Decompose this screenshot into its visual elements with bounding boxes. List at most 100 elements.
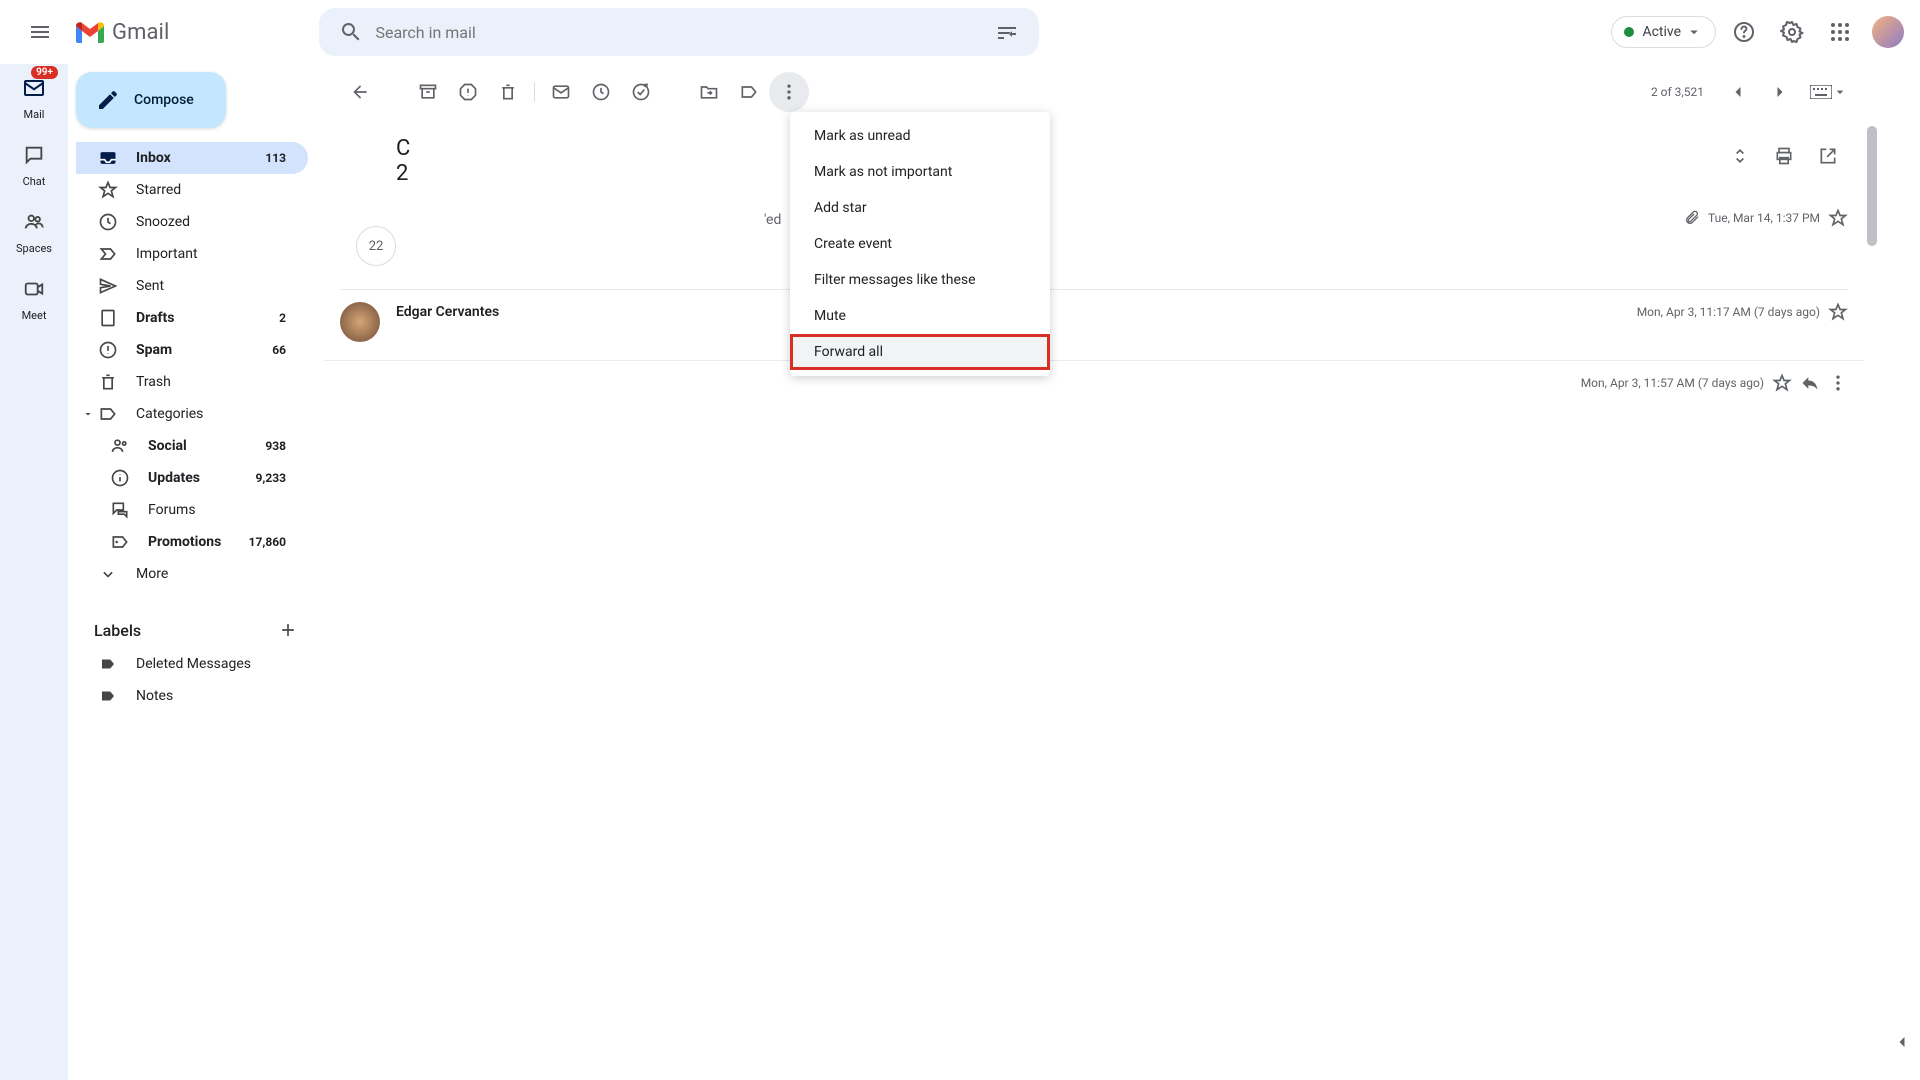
navigation-sidebar: Compose Inbox113StarredSnoozedImportantS… — [68, 64, 324, 1080]
support-button[interactable] — [1724, 12, 1764, 52]
mark-unread-button[interactable] — [541, 72, 581, 112]
app-name: Gmail — [112, 20, 169, 45]
reply-icon[interactable] — [1800, 373, 1820, 393]
inbox-icon — [98, 148, 118, 168]
sidebar-item-label: Trash — [136, 374, 171, 390]
search-button[interactable] — [327, 8, 375, 56]
back-button[interactable] — [340, 72, 380, 112]
chevron-down-icon — [1685, 23, 1703, 41]
pagination-counter: 2 of 3,521 — [1651, 85, 1704, 99]
sidebar-item-starred[interactable]: Starred — [76, 174, 308, 206]
sidebar-item-label: More — [136, 566, 168, 582]
more-actions-button[interactable] — [769, 72, 809, 112]
star-icon[interactable] — [1828, 208, 1848, 228]
label-item[interactable]: Notes — [76, 680, 308, 712]
menu-item-add-star[interactable]: Add star — [790, 190, 1050, 226]
search-bar — [319, 8, 1039, 56]
more-actions-menu: Mark as unreadMark as not importantAdd s… — [790, 112, 1050, 376]
draft-icon — [98, 308, 118, 328]
newer-button[interactable] — [1718, 72, 1758, 112]
side-panel-toggle[interactable] — [1884, 1024, 1920, 1060]
apps-button[interactable] — [1820, 12, 1860, 52]
header-actions: Active — [1611, 12, 1904, 52]
open-new-window-button[interactable] — [1808, 136, 1848, 176]
delete-button[interactable] — [488, 72, 528, 112]
menu-item-forward-all[interactable]: Forward all — [790, 334, 1050, 370]
menu-item-create-event[interactable]: Create event — [790, 226, 1050, 262]
account-avatar[interactable] — [1872, 16, 1904, 48]
message-meta: Tue, Mar 14, 1:37 PM — [1684, 208, 1848, 228]
search-options-button[interactable] — [983, 8, 1031, 56]
sidebar-item-important[interactable]: Important — [76, 238, 308, 270]
sidebar-item-social[interactable]: Social938 — [76, 430, 308, 462]
sidebar-item-more[interactable]: More — [76, 558, 308, 590]
label-item[interactable]: Deleted Messages — [76, 648, 308, 680]
folder-list: Inbox113StarredSnoozedImportantSentDraft… — [76, 142, 316, 590]
move-to-button[interactable] — [689, 72, 729, 112]
sidebar-item-categories[interactable]: Categories — [76, 398, 308, 430]
message-expanded: Mon, Apr 3, 11:57 AM (7 days ago) — [324, 361, 1864, 405]
more-vert-icon[interactable] — [1828, 373, 1848, 393]
sidebar-item-inbox[interactable]: Inbox113 — [76, 142, 308, 174]
sidebar-item-spam[interactable]: Spam66 — [76, 334, 308, 366]
star-icon[interactable] — [1828, 302, 1848, 322]
rail-meet[interactable]: Meet — [18, 273, 50, 322]
add-to-tasks-button[interactable] — [621, 72, 661, 112]
archive-button[interactable] — [408, 72, 448, 112]
message-timestamp: Tue, Mar 14, 1:37 PM — [1708, 211, 1820, 225]
menu-item-mute[interactable]: Mute — [790, 298, 1050, 334]
scrollbar-thumb[interactable] — [1867, 126, 1877, 246]
expand-all-button[interactable] — [1720, 136, 1760, 176]
conversation-subject: C 2 — [396, 136, 410, 186]
scrollbar — [1864, 64, 1880, 1080]
input-tools-button[interactable] — [1810, 84, 1848, 100]
sidebar-item-drafts[interactable]: Drafts2 — [76, 302, 308, 334]
trash-icon — [498, 82, 518, 102]
label-icon — [98, 404, 118, 424]
sidebar-item-label: Forums — [148, 502, 196, 518]
menu-item-mark-as-unread[interactable]: Mark as unread — [790, 118, 1050, 154]
message-collapsed[interactable]: 'ed Tue, Mar 14, 1:37 PM — [324, 196, 1864, 240]
rail-chat[interactable]: Chat — [18, 139, 50, 188]
snooze-button[interactable] — [581, 72, 621, 112]
search-input[interactable] — [375, 23, 983, 42]
sidebar-item-label: Inbox — [136, 150, 171, 166]
menu-item-mark-as-not-important[interactable]: Mark as not important — [790, 154, 1050, 190]
sidebar-item-snoozed[interactable]: Snoozed — [76, 206, 308, 238]
conversation-view: 2 of 3,521 Mark as unreadMark as not imp… — [324, 64, 1864, 1080]
sidebar-item-promotions[interactable]: Promotions17,860 — [76, 526, 308, 558]
message-sender: Edgar Cervantes — [396, 304, 499, 320]
sidebar-item-trash[interactable]: Trash — [76, 366, 308, 398]
add-label-button[interactable] — [278, 620, 298, 640]
star-icon — [98, 180, 118, 200]
compose-button[interactable]: Compose — [76, 72, 226, 128]
chevron-right-icon — [1770, 82, 1790, 102]
collapsed-count-button[interactable]: 22 — [356, 226, 396, 266]
arrow-back-icon — [350, 82, 370, 102]
tune-icon — [995, 20, 1019, 44]
print-icon — [1774, 146, 1794, 166]
sidebar-item-count: 9,233 — [256, 471, 287, 485]
settings-button[interactable] — [1772, 12, 1812, 52]
sidebar-item-updates[interactable]: Updates9,233 — [76, 462, 308, 494]
sidebar-item-count: 17,860 — [249, 535, 286, 549]
sidebar-item-forums[interactable]: Forums — [76, 494, 308, 526]
gmail-logo[interactable]: Gmail — [76, 20, 169, 45]
report-spam-button[interactable] — [448, 72, 488, 112]
labels-button[interactable] — [729, 72, 769, 112]
expand-collapse-icon — [1730, 146, 1750, 166]
sidebar-item-sent[interactable]: Sent — [76, 270, 308, 302]
older-button[interactable] — [1760, 72, 1800, 112]
main-menu-button[interactable] — [16, 8, 64, 56]
sidebar-item-count: 938 — [265, 439, 286, 453]
rail-mail[interactable]: 99+ Mail — [18, 72, 50, 121]
forum-icon — [110, 500, 130, 520]
rail-spaces[interactable]: Spaces — [16, 206, 52, 255]
star-icon[interactable] — [1772, 373, 1792, 393]
chevron-left-icon — [1728, 82, 1748, 102]
spam-icon — [98, 340, 118, 360]
print-button[interactable] — [1764, 136, 1804, 176]
message-collapsed[interactable]: Edgar Cervantes Mon, Apr 3, 11:17 AM (7 … — [324, 290, 1864, 361]
menu-item-filter-messages-like-these[interactable]: Filter messages like these — [790, 262, 1050, 298]
status-chip[interactable]: Active — [1611, 16, 1716, 48]
